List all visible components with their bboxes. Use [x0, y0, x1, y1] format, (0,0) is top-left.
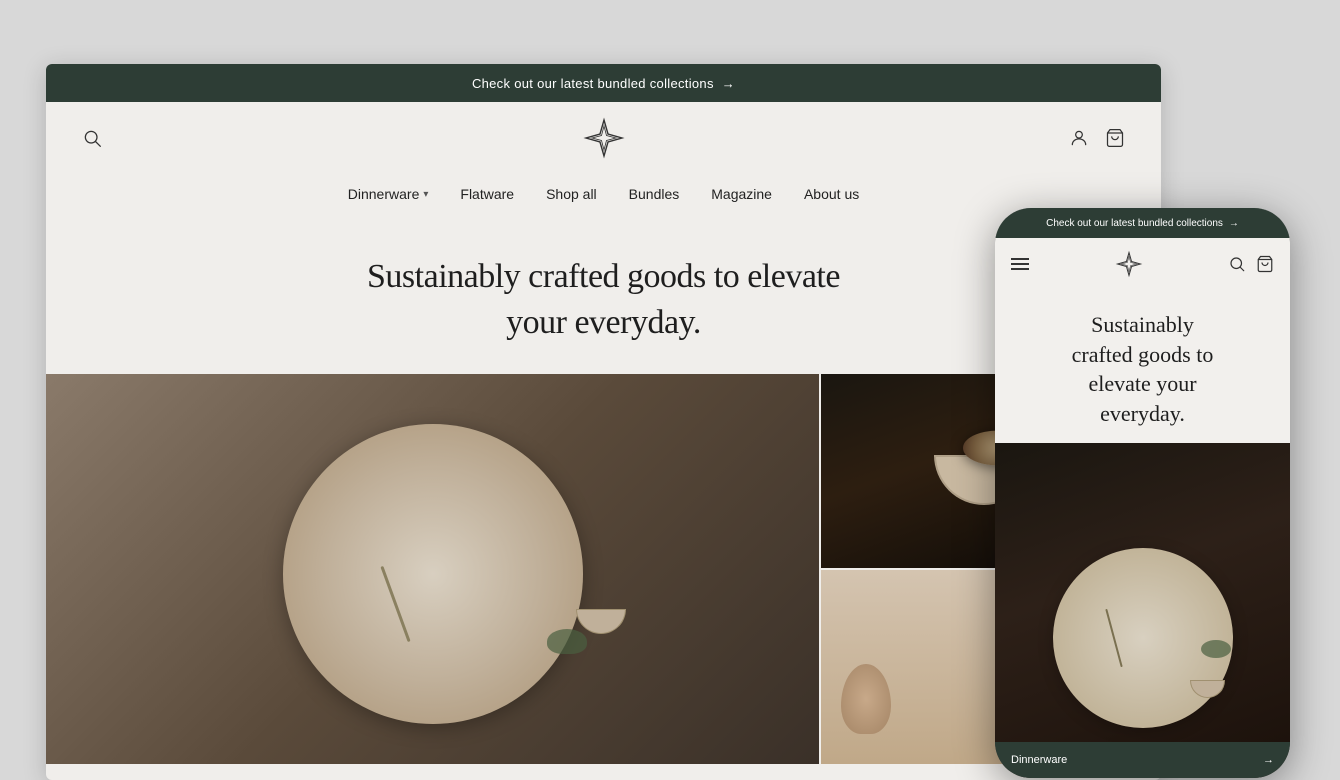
user-icon[interactable] [1069, 128, 1089, 148]
mobile-bottom-label: Dinnerware [1011, 754, 1067, 766]
announcement-text: Check out our latest bundled collections [472, 76, 714, 91]
announcement-bar[interactable]: Check out our latest bundled collections… [46, 64, 1161, 102]
mobile-header-icons [1228, 255, 1274, 273]
chevron-down-icon: ▾ [423, 189, 428, 200]
mobile-bottom-arrow: → [1263, 754, 1274, 766]
hamburger-line [1011, 268, 1029, 270]
brand-logo[interactable] [582, 116, 626, 160]
mobile-bottom-bar[interactable]: Dinnerware → [995, 742, 1290, 778]
mobile-announcement-arrow: → [1229, 218, 1239, 229]
hamburger-line [1011, 263, 1029, 265]
header-left [82, 128, 102, 148]
mobile-hero-image [995, 443, 1290, 778]
hamburger-icon[interactable] [1011, 258, 1029, 270]
small-bowl-visual [576, 609, 626, 634]
hand-visual [841, 664, 891, 734]
hero-section: Sustainably crafted goods to elevate you… [46, 214, 1161, 374]
mobile-hero-title: Sustainablycrafted goods toelevate youre… [1015, 310, 1270, 429]
search-icon[interactable] [82, 128, 102, 148]
desktop-browser: Check out our latest bundled collections… [46, 64, 1161, 780]
hero-title: Sustainably crafted goods to elevate you… [46, 254, 1161, 346]
mobile-herb-visual [1201, 640, 1231, 658]
nav-item-bundles[interactable]: Bundles [629, 186, 680, 202]
image-grid: Fab [46, 374, 1161, 764]
mobile-mockup: Check out our latest bundled collections… [995, 208, 1290, 778]
hamburger-line [1011, 258, 1029, 260]
mobile-plate-visual [1053, 548, 1233, 728]
header-center [582, 116, 626, 160]
hero-image-plate [46, 374, 819, 764]
header-right [1069, 128, 1125, 148]
mobile-search-icon[interactable] [1228, 255, 1246, 273]
mobile-hero: Sustainablycrafted goods toelevate youre… [995, 290, 1290, 443]
nav-item-flatware[interactable]: Flatware [460, 186, 514, 202]
nav-item-about[interactable]: About us [804, 186, 859, 202]
cart-icon[interactable] [1105, 128, 1125, 148]
mobile-image-area: Dinnerware → [995, 443, 1290, 778]
mobile-cart-icon[interactable] [1256, 255, 1274, 273]
mobile-brand-logo[interactable] [1115, 250, 1143, 278]
site-header [46, 102, 1161, 174]
main-nav: Dinnerware ▾ Flatware Shop all Bundles M… [46, 174, 1161, 214]
announcement-arrow: → [722, 76, 735, 91]
nav-item-dinnerware[interactable]: Dinnerware ▾ [348, 186, 429, 202]
nav-item-shop-all[interactable]: Shop all [546, 186, 597, 202]
nav-item-magazine[interactable]: Magazine [711, 186, 772, 202]
plate-visual [283, 424, 583, 724]
mobile-header [995, 238, 1290, 290]
mobile-inner: Check out our latest bundled collections… [995, 208, 1290, 778]
mobile-announcement-text: Check out our latest bundled collections [1046, 218, 1223, 229]
herb-visual [547, 629, 587, 654]
mobile-announcement-bar[interactable]: Check out our latest bundled collections… [995, 208, 1290, 238]
